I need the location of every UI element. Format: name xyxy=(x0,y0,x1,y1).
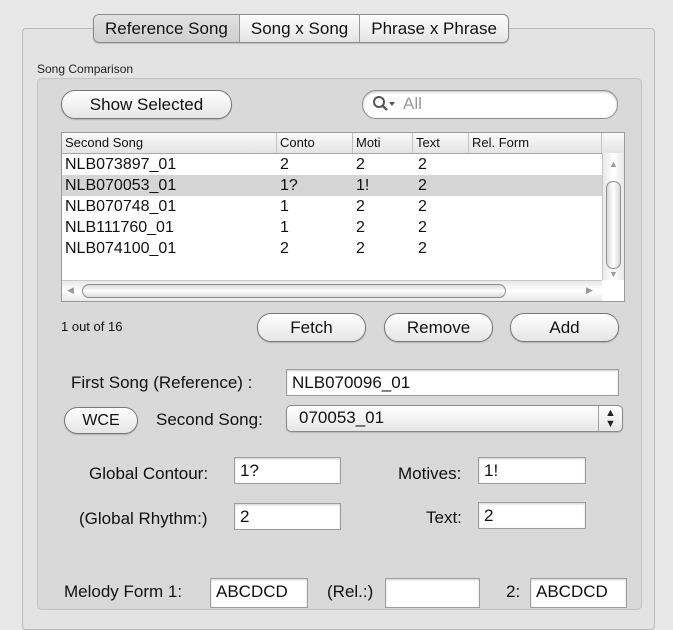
tab-bar: Reference Song Song x Song Phrase x Phra… xyxy=(93,14,509,43)
global-rhythm-label: (Global Rhythm:) xyxy=(79,509,208,528)
cell-text: 2 xyxy=(418,219,427,236)
scroll-right-arrow-icon[interactable]: ▶ xyxy=(586,285,593,296)
cell-conto: 1 xyxy=(280,198,289,215)
second-song-popup[interactable]: 070053_01 ▲ ▼ xyxy=(286,405,623,432)
wce-button[interactable]: WCE xyxy=(64,407,138,434)
column-header-second-song[interactable]: Second Song xyxy=(62,133,277,153)
cell-moti: 2 xyxy=(356,240,365,257)
motives-field[interactable]: 1! xyxy=(478,457,586,484)
melody-form-1-label: Melody Form 1: xyxy=(64,582,183,601)
group-title: Song Comparison xyxy=(37,62,134,76)
cell-moti: 1! xyxy=(356,177,370,194)
first-song-label: First Song (Reference) : xyxy=(71,373,253,392)
cell-text: 2 xyxy=(418,198,427,215)
cell-song: NLB074100_01 xyxy=(65,240,177,257)
cell-song: NLB111760_01 xyxy=(65,219,174,236)
fetch-button[interactable]: Fetch xyxy=(257,313,366,342)
scroll-up-arrow-icon[interactable]: ▲ xyxy=(609,159,618,169)
second-song-value: 070053_01 xyxy=(299,408,385,427)
result-count: 1 out of 16 xyxy=(61,319,123,334)
table-row[interactable]: NLB074100_01 2 2 2 xyxy=(62,238,602,259)
popup-arrows-icon: ▲ ▼ xyxy=(598,406,622,431)
scroll-left-arrow-icon[interactable]: ◀ xyxy=(67,285,74,296)
cell-conto: 2 xyxy=(280,156,289,173)
motives-label: Motives: xyxy=(398,464,462,483)
rel-field[interactable] xyxy=(385,578,480,608)
melody-form-2-label: 2: xyxy=(506,582,521,601)
column-header-text[interactable]: Text xyxy=(413,133,469,153)
cell-text: 2 xyxy=(418,156,427,173)
column-header-corner xyxy=(602,133,624,153)
cell-song: NLB070748_01 xyxy=(65,198,177,215)
songs-table[interactable]: Second Song Conto Moti Text Rel. Form NL… xyxy=(61,132,625,302)
table-row[interactable]: NLB073897_01 2 2 2 xyxy=(62,154,602,175)
search-field[interactable]: All xyxy=(362,90,618,119)
remove-button[interactable]: Remove xyxy=(384,313,493,342)
global-contour-field[interactable]: 1? xyxy=(234,457,341,484)
tab-song-x-song[interactable]: Song x Song xyxy=(240,15,361,42)
melody-form-1-field[interactable]: ABCDCD xyxy=(210,578,308,608)
table-header: Second Song Conto Moti Text Rel. Form xyxy=(62,133,624,154)
global-rhythm-field[interactable]: 2 xyxy=(234,503,341,530)
text-label: Text: xyxy=(426,508,462,527)
first-song-field[interactable]: NLB070096_01 xyxy=(286,369,619,396)
vertical-scroll-thumb[interactable] xyxy=(606,181,621,269)
cell-conto: 2 xyxy=(280,240,289,257)
search-placeholder: All xyxy=(403,94,422,113)
cell-text: 2 xyxy=(418,240,427,257)
table-row[interactable]: NLB111760_01 1 2 2 xyxy=(62,217,602,238)
column-header-moti[interactable]: Moti xyxy=(353,133,413,153)
second-song-label: Second Song: xyxy=(156,410,263,429)
column-header-conto[interactable]: Conto xyxy=(277,133,353,153)
column-header-rel-form[interactable]: Rel. Form xyxy=(469,133,602,153)
cell-conto: 1? xyxy=(280,177,298,194)
cell-moti: 2 xyxy=(356,198,365,215)
show-selected-button[interactable]: Show Selected xyxy=(61,90,232,119)
vertical-scrollbar[interactable]: ▲ ▼ xyxy=(602,153,624,280)
rel-label: (Rel.:) xyxy=(327,582,374,601)
horizontal-scroll-thumb[interactable] xyxy=(82,284,506,298)
text-field[interactable]: 2 xyxy=(478,502,586,529)
cell-conto: 1 xyxy=(280,219,289,236)
tab-reference-song[interactable]: Reference Song xyxy=(94,15,240,42)
tab-phrase-x-phrase[interactable]: Phrase x Phrase xyxy=(360,15,508,42)
scroll-down-arrow-icon[interactable]: ▼ xyxy=(609,269,618,279)
cell-moti: 2 xyxy=(356,156,365,173)
magnifier-dropdown-icon[interactable] xyxy=(372,95,398,117)
add-button[interactable]: Add xyxy=(510,313,619,342)
horizontal-scrollbar[interactable]: ◀ ▶ xyxy=(62,280,602,301)
melody-form-2-field[interactable]: ABCDCD xyxy=(530,578,627,608)
cell-song: NLB073897_01 xyxy=(65,156,177,173)
global-contour-label: Global Contour: xyxy=(89,464,209,483)
cell-song: NLB070053_01 xyxy=(65,177,177,194)
table-row-selected[interactable]: NLB070053_01 1? 1! 2 xyxy=(62,175,602,196)
cell-moti: 2 xyxy=(356,219,365,236)
table-row[interactable]: NLB070748_01 1 2 2 xyxy=(62,196,602,217)
cell-text: 2 xyxy=(418,177,427,194)
